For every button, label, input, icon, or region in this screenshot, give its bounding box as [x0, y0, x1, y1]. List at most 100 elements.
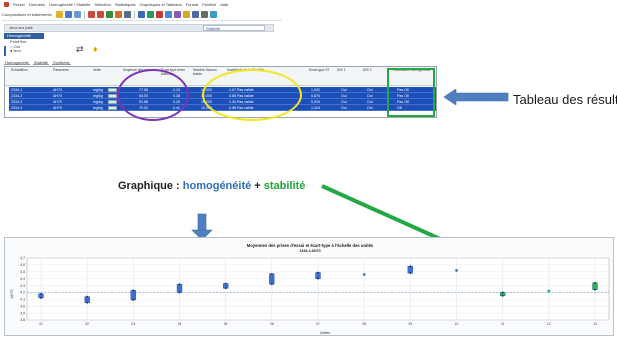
chart-title: Moyennes des prises d'essai et écart-typ… — [247, 243, 374, 248]
menu-item-statistics[interactable]: Statistiques — [115, 2, 136, 7]
document-bar: Jeux sur pale Stabilité — [4, 24, 274, 32]
app-icon — [4, 2, 9, 7]
row-toggle[interactable] — [108, 100, 117, 104]
homogeneity-point — [40, 297, 42, 299]
y-axis-label: AH70 — [10, 290, 14, 299]
graph-caption-prefix: Graphique : — [118, 180, 183, 192]
print-icon[interactable] — [73, 11, 81, 18]
stability-point — [501, 291, 504, 294]
mode-select[interactable]: Stabilité — [203, 25, 265, 31]
filter-icon[interactable] — [164, 11, 172, 18]
column-header[interactable]: Nombre flacons testés — [193, 68, 219, 76]
chart-panel: Moyennes des prises d'essai et écart-typ… — [4, 237, 614, 336]
menu-item-homogeneity[interactable]: Homogénéité / Stabilité — [49, 2, 90, 7]
menu-item-selection[interactable]: Sélection — [94, 2, 110, 7]
x-tick-label: 02 — [85, 322, 89, 326]
document-name: Jeux sur pale — [9, 25, 33, 30]
graph-caption: Graphique : homogénéité + stabilité — [118, 180, 305, 192]
x-tick-label: 04 — [178, 322, 182, 326]
homogeneity-point — [178, 291, 181, 294]
y-tick-label: 4.7 — [20, 256, 25, 260]
homogeneity-point — [317, 277, 319, 280]
help-icon[interactable] — [209, 11, 217, 18]
row-toggle[interactable] — [108, 88, 117, 92]
y-tick-label: 4.3 — [20, 284, 25, 288]
column-header[interactable]: Unité — [93, 68, 109, 72]
tab-bar: Homogénéité Stabilité Synthèse — [4, 60, 71, 65]
tab-stability[interactable]: Stabilité — [32, 60, 50, 65]
homogeneity-point — [270, 283, 273, 286]
homogeneity-point — [132, 299, 135, 301]
chart-red-icon[interactable] — [87, 11, 95, 18]
menu-item-window[interactable]: Fenêtre — [202, 2, 216, 7]
homogeneity-bar — [315, 272, 321, 279]
toolbar-label[interactable]: Compositions et traitements — [2, 12, 52, 17]
homogeneity-point — [455, 269, 458, 272]
lightbulb-icon[interactable]: ♦ — [93, 44, 98, 54]
homogeneity-bar — [84, 296, 90, 303]
menu-item-charts[interactable]: Graphiques et Tableaux — [140, 2, 182, 7]
homogeneity-bar — [407, 266, 413, 274]
graph-icon[interactable] — [146, 11, 154, 18]
column-header[interactable]: IDS 2 — [363, 68, 387, 72]
y-tick-label: 4.2 — [20, 291, 25, 295]
conclusion-highlight-box — [387, 68, 435, 117]
row-toggle[interactable] — [108, 94, 117, 98]
app-chrome: Fichier Données Homogénéité / Stabilité … — [0, 0, 617, 65]
table-icon[interactable] — [105, 11, 113, 18]
tab-synthesis[interactable]: Synthèse — [52, 60, 71, 65]
x-tick-label: 05 — [224, 322, 228, 326]
tools-icon[interactable] — [114, 11, 122, 18]
y-tick-label: 3.8 — [20, 318, 25, 322]
save-icon[interactable] — [64, 11, 72, 18]
graph-caption-homogeneity: homogénéité — [182, 180, 252, 192]
menu-item-file[interactable]: Fichier — [13, 2, 25, 7]
sigma-icon[interactable] — [173, 11, 181, 18]
menu-item-data[interactable]: Données — [29, 2, 45, 7]
column-header[interactable]: Écart-type ST — [309, 68, 331, 72]
homogeneity-point — [317, 271, 319, 274]
results-callout-label: Tableau des résultats — [513, 92, 617, 107]
x-axis-label: Unités — [320, 331, 330, 335]
graph-caption-stability: stabilité — [263, 180, 306, 192]
homogeneity-bar — [130, 290, 136, 301]
menu-item-help[interactable]: Aide — [220, 2, 228, 7]
level-icon — [4, 46, 6, 56]
cell-st: 1,024 — [311, 106, 320, 110]
stability-point — [594, 288, 596, 291]
stability-point — [501, 294, 504, 297]
tab-homogeneity[interactable]: Homogénéité — [4, 60, 30, 65]
settings-icon[interactable] — [123, 11, 131, 18]
column-header[interactable]: Paramètre — [53, 68, 83, 72]
column-header[interactable]: IDS 1 — [337, 68, 359, 72]
row-toggle[interactable] — [108, 106, 117, 110]
chart-red-2-icon[interactable] — [96, 11, 104, 18]
y-tick-label: 4.1 — [20, 298, 25, 302]
toolbar: Compositions et traitements — [2, 9, 282, 21]
report-icon[interactable] — [155, 11, 163, 18]
option-no[interactable]: ● Non — [10, 48, 26, 54]
folder-icon[interactable] — [55, 11, 63, 18]
homogeneity-point — [224, 287, 227, 290]
plot-area: 3.8 3.9 4.0 4.1 4.2 4.3 4.4 4.5 4.6 4.7 01 02 03 04 05… — [20, 256, 610, 326]
homogeneity-point — [270, 272, 273, 275]
compare-icon[interactable]: ⇄ — [76, 44, 84, 55]
stability-bar — [592, 282, 598, 290]
y-tick-label: 4.0 — [20, 304, 25, 308]
homogeneity-point — [40, 292, 42, 295]
grid-icon[interactable] — [191, 11, 199, 18]
menu-item-format[interactable]: Format — [186, 2, 199, 7]
stability-point — [547, 289, 551, 293]
cell-param: AH70 — [53, 106, 62, 110]
x-tick-label: 06 — [270, 322, 274, 326]
export-icon[interactable] — [182, 11, 190, 18]
cell-ids2: Oui — [367, 106, 373, 110]
homogeneity-bar — [269, 273, 275, 285]
graph-caption-plus: + — [251, 180, 264, 192]
column-header[interactable]: Échantillon — [11, 68, 41, 72]
window-icon[interactable] — [200, 11, 208, 18]
stats-icon[interactable] — [137, 11, 145, 18]
stability-point — [594, 281, 596, 284]
x-tick-label: 12 — [547, 322, 551, 326]
x-tick-label: 08 — [362, 322, 366, 326]
